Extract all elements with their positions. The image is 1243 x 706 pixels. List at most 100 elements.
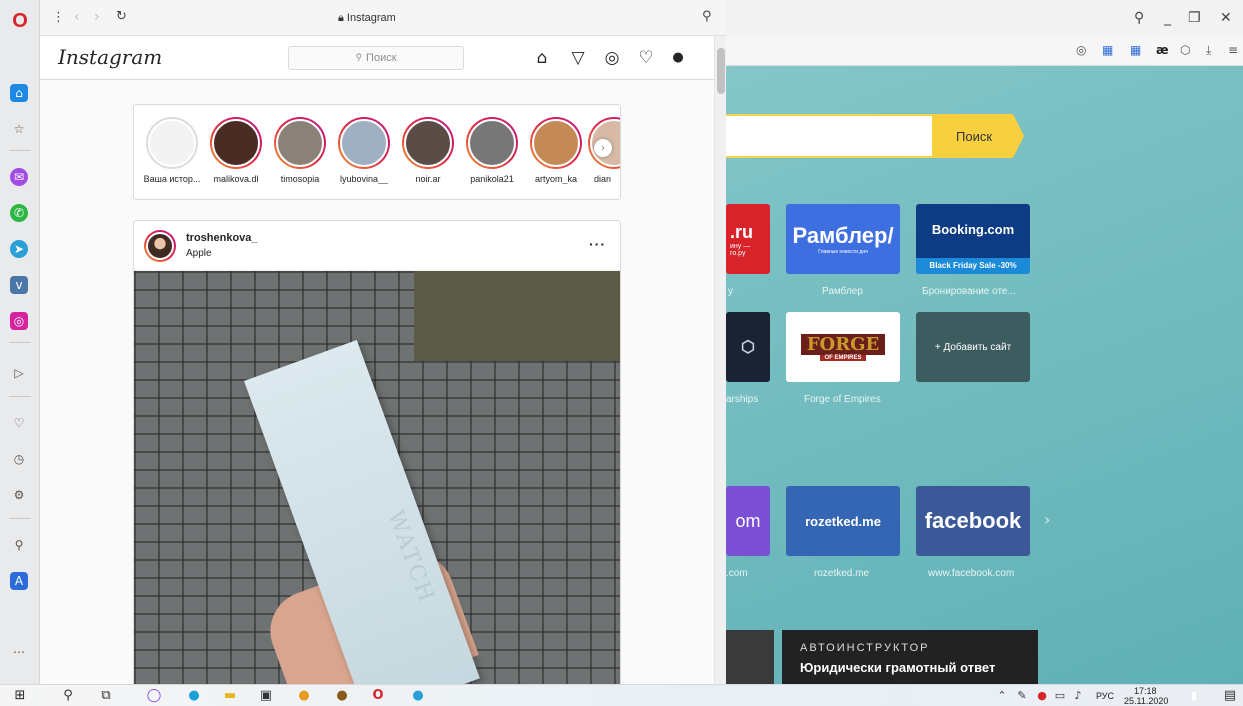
cube-icon[interactable]: ⬡ bbox=[1180, 43, 1190, 57]
lock-icon: 🔒︎ bbox=[338, 11, 344, 24]
tile-partial-warships[interactable]: ⬡ bbox=[726, 312, 770, 382]
profile-avatar[interactable]: ● bbox=[668, 48, 688, 68]
more-options-icon[interactable]: ··· bbox=[589, 236, 606, 252]
tab-title: 🔒︎ Instagram bbox=[338, 11, 396, 25]
scroll-thumb[interactable] bbox=[717, 48, 725, 94]
file-explorer-icon[interactable]: ▬ bbox=[222, 688, 238, 704]
windows-start-icon[interactable]: ⊞ bbox=[12, 688, 28, 704]
instagram-logo[interactable]: Instagram bbox=[58, 45, 162, 69]
language-indicator[interactable]: РУС bbox=[1096, 691, 1114, 701]
settings-icon[interactable]: ⚙ bbox=[10, 486, 28, 504]
clock-time[interactable]: 17:18 bbox=[1134, 686, 1157, 696]
story-item[interactable]: artyom_ka bbox=[524, 117, 588, 184]
activity-heart-icon[interactable]: ♡ bbox=[636, 48, 656, 68]
translate-icon[interactable]: A bbox=[10, 572, 28, 590]
heart-icon[interactable]: ♡ bbox=[10, 414, 28, 432]
tray-chevron-icon[interactable]: ⌃ bbox=[994, 688, 1010, 704]
tile-partial-ru[interactable]: .ru ину — ro.ру bbox=[726, 204, 770, 274]
sidebar-divider bbox=[9, 396, 31, 397]
kebab-menu-icon[interactable]: ⋮ bbox=[52, 10, 65, 25]
tile-subtitle: ину — ro.ру bbox=[730, 242, 751, 257]
telegram-icon[interactable]: ➤ bbox=[10, 240, 28, 258]
tile-caption: Рамблер bbox=[822, 286, 863, 297]
forward-icon[interactable]: › bbox=[94, 9, 100, 25]
location-icon[interactable]: ⚲ bbox=[10, 536, 28, 554]
post-username[interactable]: troshenkova_ bbox=[186, 232, 258, 244]
task-view-icon[interactable]: ⧉ bbox=[98, 688, 114, 704]
store-icon[interactable]: ▣ bbox=[258, 688, 274, 704]
search-input[interactable]: ⚲ Поиск bbox=[288, 46, 464, 70]
back-icon[interactable]: ‹ bbox=[74, 9, 80, 25]
stories-next-button[interactable]: › bbox=[594, 139, 612, 157]
ad-thumbnail[interactable] bbox=[726, 630, 774, 684]
history-icon[interactable]: ◷ bbox=[10, 450, 28, 468]
post-header: troshenkova_ Apple ··· bbox=[134, 221, 620, 271]
clock-date[interactable]: 25.11.2020 bbox=[1124, 696, 1168, 706]
story-item[interactable]: malikova.dl bbox=[204, 117, 268, 184]
chevron-right-icon[interactable]: › bbox=[1044, 510, 1050, 529]
story-item[interactable]: Ваша истор... bbox=[140, 117, 204, 184]
translate-alt-icon[interactable]: ▦ bbox=[1130, 43, 1141, 57]
ae-icon[interactable]: æ bbox=[1156, 43, 1169, 57]
speed-dial-search-button[interactable]: Поиск bbox=[932, 114, 1024, 158]
add-site-tile[interactable]: + Добавить сайт bbox=[916, 312, 1030, 382]
ad-title: Юридически грамотный ответ bbox=[800, 660, 996, 675]
close-icon[interactable]: ✕ bbox=[1220, 10, 1232, 26]
story-item[interactable]: lyubovina__ bbox=[332, 117, 396, 184]
instagram-icon[interactable]: ◎ bbox=[10, 312, 28, 330]
pen-icon[interactable]: ✎ bbox=[1014, 688, 1030, 704]
volume-icon[interactable]: ♪ bbox=[1070, 688, 1086, 704]
chrome-icon[interactable]: ● bbox=[296, 688, 312, 704]
scrollbar[interactable] bbox=[714, 36, 726, 684]
battery-icon[interactable]: ▭ bbox=[1052, 688, 1068, 704]
app-icon[interactable]: ● bbox=[334, 688, 350, 704]
send-icon[interactable]: ▷ bbox=[10, 364, 28, 382]
whatsapp-icon[interactable]: ✆ bbox=[10, 204, 28, 222]
post-image[interactable]: WATCH bbox=[134, 271, 620, 684]
messenger-icon[interactable]: ✉ bbox=[10, 168, 28, 186]
tile-rambler[interactable]: Рамблер/ Главные новости дня bbox=[786, 204, 900, 274]
post-location[interactable]: Apple bbox=[186, 248, 212, 259]
camera-icon[interactable]: ◎ bbox=[1076, 43, 1086, 57]
story-item[interactable]: panikola21 bbox=[460, 117, 524, 184]
avatar[interactable] bbox=[144, 230, 176, 262]
search-icon[interactable]: ⚲ bbox=[1134, 10, 1144, 26]
telegram-icon[interactable]: ● bbox=[410, 688, 426, 704]
vk-icon[interactable]: v bbox=[10, 276, 28, 294]
cortana-icon[interactable]: ◯ bbox=[146, 688, 162, 704]
search-placeholder: Поиск bbox=[366, 52, 397, 64]
search-icon[interactable]: ⚲ bbox=[60, 688, 76, 704]
reload-icon[interactable]: ↻ bbox=[116, 9, 127, 24]
restore-icon[interactable]: ❐ bbox=[1188, 10, 1201, 26]
sidebar-divider bbox=[9, 150, 31, 151]
tile-facebook[interactable]: facebook bbox=[916, 486, 1030, 556]
tile-partial-com[interactable]: om bbox=[726, 486, 770, 556]
translate-icon[interactable]: ▦ bbox=[1102, 43, 1113, 57]
tile-caption: www.facebook.com bbox=[928, 568, 1015, 579]
star-icon[interactable]: ☆ bbox=[10, 120, 28, 138]
menu-icon[interactable]: ≡ bbox=[1228, 43, 1238, 57]
home-icon[interactable]: ⌂ bbox=[10, 84, 28, 102]
minimize-icon[interactable]: _ bbox=[1164, 10, 1171, 26]
story-item[interactable]: timosopia bbox=[268, 117, 332, 184]
explore-icon[interactable]: ◎ bbox=[602, 48, 622, 68]
download-icon[interactable]: ⤓ bbox=[1206, 43, 1211, 58]
ad-banner[interactable]: АВТОИНСТРУКТОР Юридически грамотный отве… bbox=[782, 630, 1038, 684]
notifications-icon[interactable]: ▤ bbox=[1222, 688, 1238, 704]
tray-app-icon[interactable]: ● bbox=[1034, 688, 1050, 704]
direct-icon[interactable]: ▽ bbox=[568, 48, 588, 68]
tile-rozetked[interactable]: rozetked.me bbox=[786, 486, 900, 556]
pin-icon[interactable]: ⚲ bbox=[702, 9, 712, 24]
tile-caption: Бронирование оте... bbox=[922, 286, 1016, 297]
speed-dial-search-input[interactable] bbox=[726, 114, 932, 158]
show-desktop-icon[interactable]: ▮ bbox=[1186, 688, 1202, 704]
tile-forge-of-empires[interactable]: FORGE OF EMPIRES bbox=[786, 312, 900, 382]
story-item[interactable]: noir.ar bbox=[396, 117, 460, 184]
tile-booking[interactable]: Booking.com Black Friday Sale -30% bbox=[916, 204, 1030, 274]
edge-icon[interactable]: ● bbox=[186, 688, 202, 704]
more-icon[interactable]: … bbox=[10, 640, 28, 658]
opera-icon[interactable]: O bbox=[370, 688, 386, 704]
home-icon[interactable]: ⌂ bbox=[532, 48, 552, 68]
tile-caption: .com bbox=[726, 568, 748, 579]
opera-logo-icon[interactable]: O bbox=[8, 10, 32, 32]
